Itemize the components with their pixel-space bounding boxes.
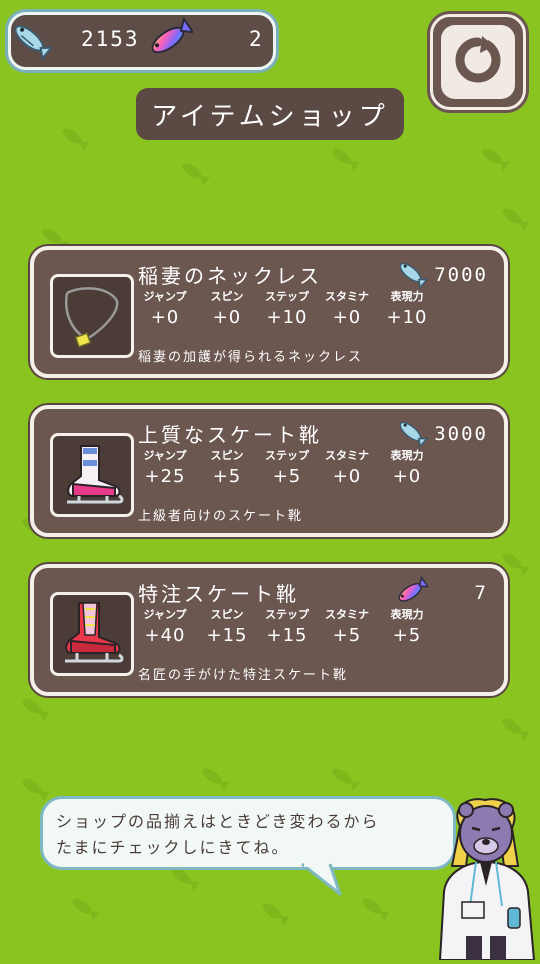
stat-spin: スピン +0 (196, 288, 258, 328)
stat-label: ジャンプ (143, 290, 187, 303)
rainbow-count: 2 (249, 27, 264, 51)
stat-step: ステップ +10 (256, 288, 318, 328)
stat-jump: ジャンプ +0 (134, 288, 196, 328)
fish-silhouette-icon (69, 893, 102, 922)
stat-value: +10 (386, 307, 428, 328)
stat-value: +25 (144, 466, 186, 487)
stat-expression: 表現力 +5 (376, 606, 438, 646)
necklace-icon (53, 287, 131, 359)
shopkeeper-character (430, 796, 540, 961)
stat-value: +15 (266, 625, 308, 646)
refresh-button[interactable] (430, 14, 526, 110)
stat-label: 表現力 (390, 290, 424, 303)
speech-text-line-1: ショップの品揃えはときどき変わるから (56, 812, 380, 831)
fish-count: 2153 (81, 27, 140, 51)
stat-stamina: スタミナ +0 (316, 447, 378, 487)
skate-boot-icon (53, 445, 131, 518)
fish-silhouette-icon (499, 713, 532, 742)
item-description: 名匠の手がけた特注スケート靴 (138, 668, 349, 683)
page-title: アイテムショップ (136, 88, 404, 140)
stat-label: ステップ (265, 449, 309, 462)
fish-silhouette-icon (479, 143, 512, 172)
sardine-icon (7, 17, 54, 65)
refresh-button-face[interactable] (441, 25, 515, 99)
item-description: 稲妻の加護が得られるネックレス (138, 350, 364, 365)
item-price: 3000 (434, 423, 488, 445)
item-name: 上質なスケート靴 (138, 423, 322, 447)
stat-spin: スピン +15 (196, 606, 258, 646)
stat-step: ステップ +5 (256, 447, 318, 487)
stat-value: +15 (206, 625, 248, 646)
stat-value: +5 (332, 625, 362, 646)
speech-bubble-tail (300, 862, 348, 902)
item-name: 特注スケート靴 (138, 582, 299, 606)
stat-label: ステップ (265, 290, 309, 303)
item-name: 稲妻のネックレス (138, 264, 322, 288)
stat-value: +40 (144, 625, 186, 646)
currency-bar: 2153 2 (8, 12, 276, 70)
item-price: 7 (474, 582, 488, 604)
stat-value: +0 (332, 307, 362, 328)
refresh-icon (452, 34, 504, 90)
stat-label: スタミナ (325, 449, 369, 462)
stat-label: スピン (210, 608, 244, 621)
stat-step: ステップ +15 (256, 606, 318, 646)
item-description: 上級者向けのスケート靴 (138, 509, 304, 524)
fish-silhouette-icon (359, 893, 392, 922)
fish-silhouette-icon (329, 143, 362, 172)
stat-label: 表現力 (390, 608, 424, 621)
item-thumbnail (50, 274, 134, 358)
stat-label: ジャンプ (143, 449, 187, 462)
stat-label: ジャンプ (143, 608, 187, 621)
fish-silhouette-icon (499, 203, 532, 232)
stat-label: 表現力 (390, 449, 424, 462)
item-thumbnail (50, 433, 134, 517)
stat-stamina: スタミナ +0 (316, 288, 378, 328)
fish-silhouette-icon (259, 898, 292, 927)
item-thumbnail (50, 592, 134, 676)
fish-silhouette-icon (199, 763, 232, 792)
item-card-skate-boot[interactable]: 上質なスケート靴 3000 ジャンプ +25 スピン +5 ステップ +5 スタミナ +… (30, 405, 508, 537)
stat-value: +5 (212, 466, 242, 487)
fish-silhouette-icon (329, 763, 362, 792)
stat-spin: スピン +5 (196, 447, 258, 487)
stat-label: スタミナ (325, 290, 369, 303)
item-price: 7000 (434, 264, 488, 286)
stat-value: +0 (332, 466, 362, 487)
stat-value: +0 (212, 307, 242, 328)
stat-stamina: スタミナ +5 (316, 606, 378, 646)
stat-expression: 表現力 +10 (376, 288, 438, 328)
stat-jump: ジャンプ +40 (134, 606, 196, 646)
stat-value: +0 (392, 466, 422, 487)
rainbow-fish-icon (145, 15, 196, 65)
stat-label: スピン (210, 290, 244, 303)
item-card-custom-skate-boot[interactable]: 特注スケート靴 7 ジャンプ +40 スピン +15 ステップ +15 スタミナ +5 … (30, 564, 508, 696)
stat-label: スピン (210, 449, 244, 462)
fish-silhouette-icon (19, 773, 52, 802)
fish-silhouette-icon (19, 693, 52, 722)
stat-jump: ジャンプ +25 (134, 447, 196, 487)
stat-expression: 表現力 +0 (376, 447, 438, 487)
stat-value: +5 (392, 625, 422, 646)
stat-label: ステップ (265, 608, 309, 621)
fish-silhouette-icon (59, 123, 92, 152)
stat-value: +10 (266, 307, 308, 328)
custom-skate-boot-icon (53, 602, 131, 677)
stat-value: +5 (272, 466, 302, 487)
stat-value: +0 (150, 307, 180, 328)
stat-label: スタミナ (325, 608, 369, 621)
item-card-necklace[interactable]: 稲妻のネックレス 7000 ジャンプ +0 スピン +0 ステップ +10 スタミナ +… (30, 246, 508, 378)
speech-text-line-2: たまにチェックしにきてね。 (56, 838, 290, 857)
fish-silhouette-icon (179, 158, 212, 187)
